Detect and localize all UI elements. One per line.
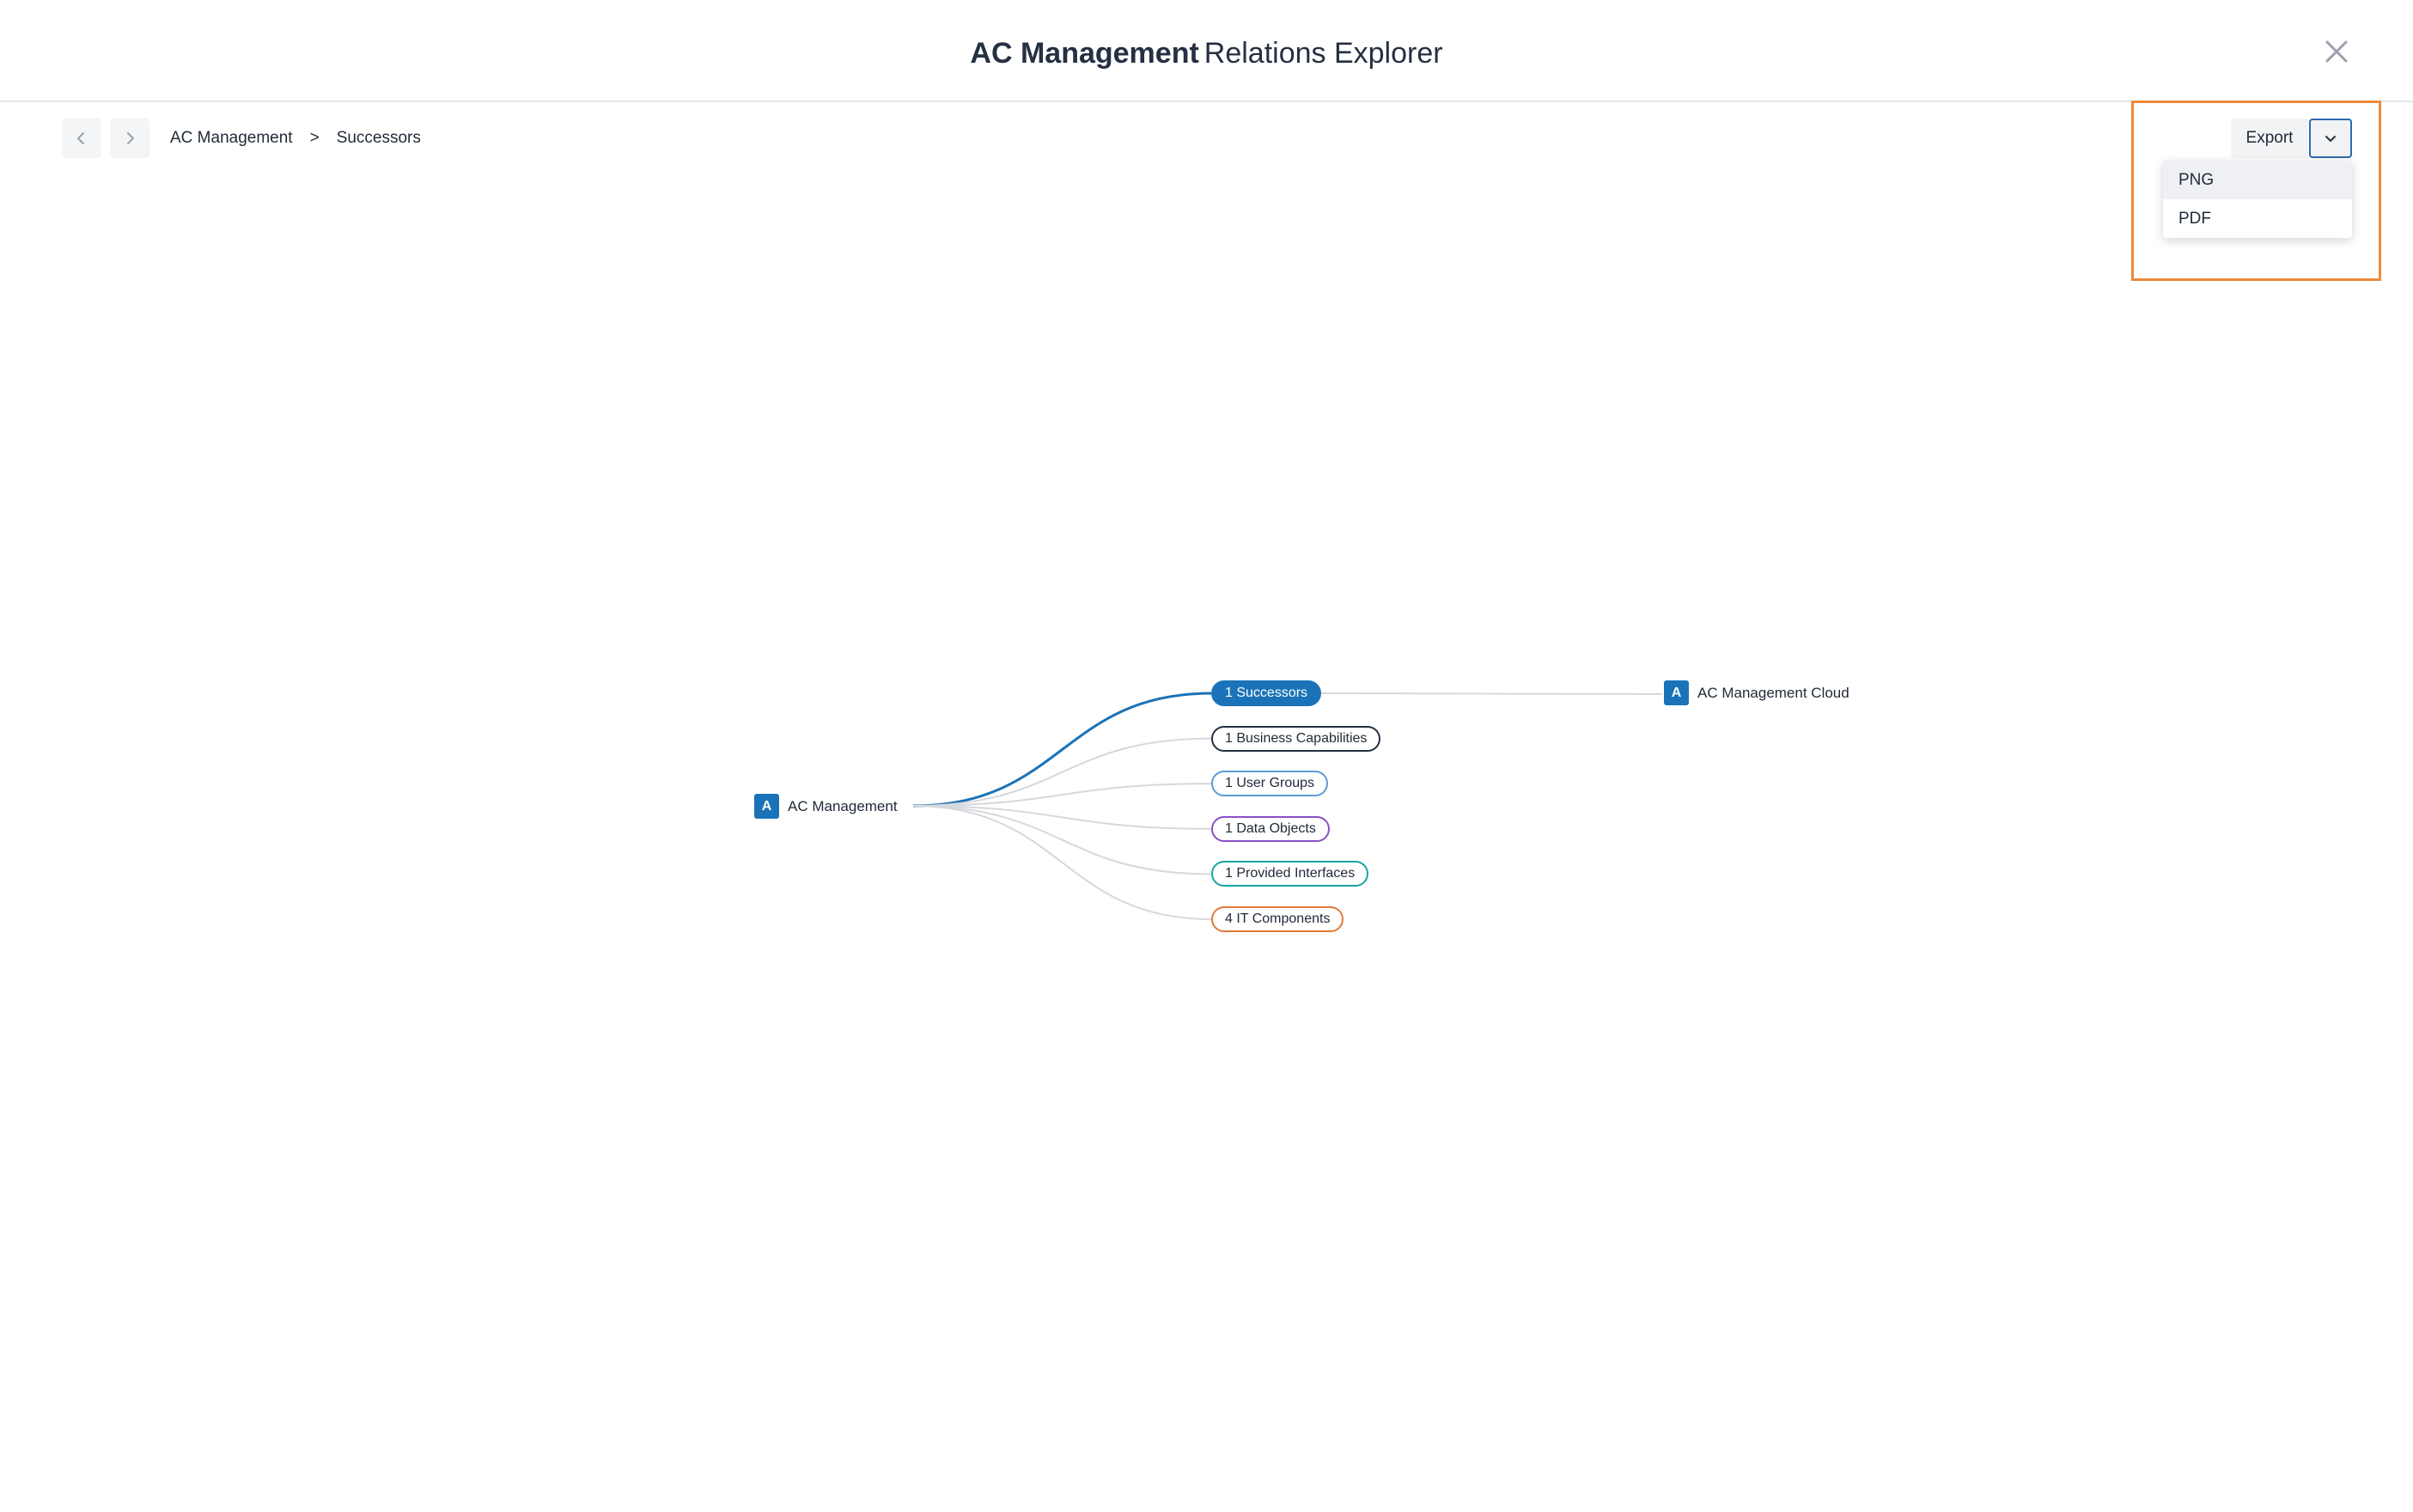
application-badge: A bbox=[754, 794, 779, 819]
root-node-label: AC Management bbox=[788, 797, 898, 814]
category-pill[interactable]: 1 Data Objects bbox=[1211, 815, 1330, 842]
graph-edges bbox=[912, 692, 1663, 920]
successor-edge bbox=[1319, 692, 1663, 695]
relation-edge bbox=[912, 805, 1212, 875]
category-pill[interactable]: 1 User Groups bbox=[1211, 771, 1329, 797]
relations-graph: A AC Management 1 Successors 1 Business C… bbox=[0, 0, 2413, 1512]
category-pill[interactable]: 1 Provided Interfaces bbox=[1211, 861, 1369, 887]
relations-explorer-dialog: AC Management Relations Explorer AC Manag… bbox=[0, 0, 2413, 1512]
relation-edge bbox=[912, 805, 1212, 920]
application-badge: A bbox=[1664, 680, 1689, 705]
relation-edge bbox=[912, 692, 1212, 808]
category-pill[interactable]: 1 Business Capabilities bbox=[1211, 725, 1381, 752]
target-node[interactable]: A AC Management Cloud bbox=[1664, 680, 1849, 705]
target-node-label: AC Management Cloud bbox=[1697, 684, 1849, 701]
category-pill[interactable]: 4 IT Components bbox=[1211, 906, 1344, 932]
root-node[interactable]: A AC Management bbox=[754, 794, 898, 819]
category-pill[interactable]: 1 Successors bbox=[1211, 680, 1322, 706]
